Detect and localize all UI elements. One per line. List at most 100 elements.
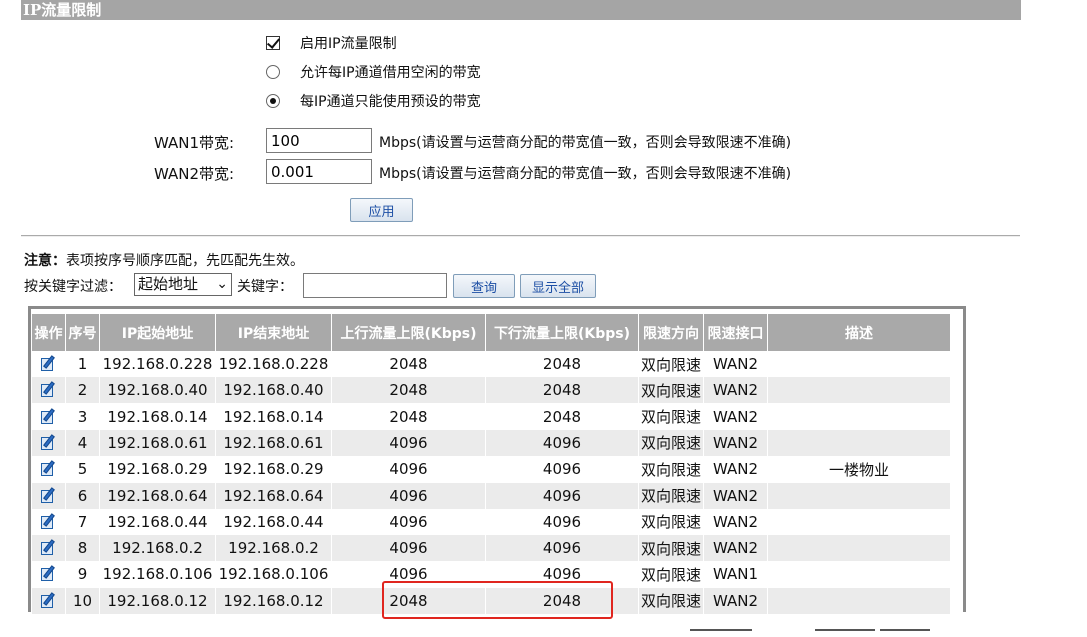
interface-cell: WAN2 — [704, 377, 768, 404]
description-cell — [768, 587, 951, 614]
ip-start-cell: 192.168.0.61 — [100, 429, 216, 456]
enable-option[interactable]: 启用IP流量限制 — [266, 33, 397, 53]
header-description: 描述 — [768, 314, 951, 351]
ip-end-cell: 192.168.0.64 — [216, 482, 332, 509]
edit-icon[interactable] — [40, 381, 57, 398]
direction-cell: 双向限速 — [639, 508, 704, 535]
index-cell: 1 — [66, 351, 100, 377]
description-cell — [768, 429, 951, 456]
edit-icon[interactable] — [40, 513, 57, 530]
highlight-box — [382, 581, 613, 619]
direction-cell: 双向限速 — [639, 456, 704, 483]
filter-label: 按关键字过滤： — [24, 279, 122, 295]
description-cell — [768, 561, 951, 588]
up-limit-cell: 2048 — [332, 351, 486, 377]
description-cell — [768, 482, 951, 509]
ip-limit-table: 操作 序号 IP起始地址 IP结束地址 上行流量上限(Kbps) 下行流量上限(… — [28, 306, 966, 614]
ip-start-cell: 192.168.0.14 — [100, 403, 216, 430]
bottom-control-fragment — [815, 629, 875, 637]
direction-cell: 双向限速 — [639, 429, 704, 456]
page-title: IP流量限制 — [21, 0, 1021, 20]
interface-cell: WAN2 — [704, 429, 768, 456]
down-limit-cell: 4096 — [486, 429, 639, 456]
borrow-label: 允许每IP通道借用空闲的带宽 — [300, 65, 481, 81]
edit-icon[interactable] — [40, 460, 57, 477]
up-limit-cell: 4096 — [332, 429, 486, 456]
edit-cell[interactable] — [32, 508, 66, 535]
ip-start-cell: 192.168.0.29 — [100, 456, 216, 483]
table-row: 7 192.168.0.44 192.168.0.44 4096 4096 双向限速 WAN… — [32, 508, 951, 535]
edit-cell[interactable] — [32, 535, 66, 562]
ip-end-cell: 192.168.0.228 — [216, 351, 332, 377]
table-row: 8 192.168.0.2 192.168.0.2 4096 4096 双向限速 WAN2 — [32, 535, 951, 562]
ip-end-cell: 192.168.0.106 — [216, 561, 332, 588]
index-cell: 9 — [66, 561, 100, 588]
filter-field-select[interactable]: 起始地址 ⌄ — [134, 273, 232, 296]
index-cell: 7 — [66, 508, 100, 535]
down-limit-cell: 2048 — [486, 403, 639, 430]
direction-cell: 双向限速 — [639, 587, 704, 614]
up-limit-cell: 4096 — [332, 508, 486, 535]
edit-icon[interactable] — [40, 355, 57, 372]
interface-cell: WAN2 — [704, 403, 768, 430]
apply-button[interactable]: 应用 — [350, 198, 413, 222]
table-header: 操作 序号 IP起始地址 IP结束地址 上行流量上限(Kbps) 下行流量上限(… — [32, 314, 951, 351]
header-index: 序号 — [66, 314, 100, 351]
preset-option[interactable]: 每IP通道只能使用预设的带宽 — [266, 91, 481, 111]
interface-cell: WAN2 — [704, 351, 768, 377]
edit-cell[interactable] — [32, 561, 66, 588]
wan2-unit-note: Mbps(请设置与运营商分配的带宽值一致，否则会导致限速不准确) — [379, 166, 792, 182]
wan2-label: WAN2带宽: — [154, 165, 235, 183]
search-button[interactable]: 查询 — [453, 274, 515, 298]
ip-end-cell: 192.168.0.12 — [216, 587, 332, 614]
table-row: 2 192.168.0.40 192.168.0.40 2048 2048 双向限速 WAN… — [32, 377, 951, 404]
interface-cell: WAN2 — [704, 587, 768, 614]
borrow-radio[interactable] — [266, 65, 280, 79]
edit-icon[interactable] — [40, 565, 57, 582]
direction-cell: 双向限速 — [639, 482, 704, 509]
table-row: 5 192.168.0.29 192.168.0.29 4096 4096 双向限速 WAN… — [32, 456, 951, 483]
preset-radio[interactable] — [266, 94, 280, 108]
ip-start-cell: 192.168.0.228 — [100, 351, 216, 377]
wan2-bandwidth-input[interactable] — [266, 159, 372, 184]
index-cell: 10 — [66, 587, 100, 614]
edit-cell[interactable] — [32, 403, 66, 430]
wan1-unit-note: Mbps(请设置与运营商分配的带宽值一致，否则会导致限速不准确) — [379, 135, 792, 151]
header-down-limit: 下行流量上限(Kbps) — [486, 314, 639, 351]
keyword-input[interactable] — [303, 273, 447, 298]
index-cell: 2 — [66, 377, 100, 404]
direction-cell: 双向限速 — [639, 403, 704, 430]
edit-cell[interactable] — [32, 377, 66, 404]
edit-icon[interactable] — [40, 539, 57, 556]
wan1-bandwidth-input[interactable] — [266, 128, 372, 153]
edit-cell[interactable] — [32, 351, 66, 377]
edit-icon[interactable] — [40, 434, 57, 451]
index-cell: 8 — [66, 535, 100, 562]
edit-icon[interactable] — [40, 486, 57, 504]
table-row: 3 192.168.0.14 192.168.0.14 2048 2048 双向限速 WAN… — [32, 403, 951, 430]
ip-start-cell: 192.168.0.2 — [100, 535, 216, 562]
enable-label: 启用IP流量限制 — [300, 36, 397, 52]
edit-icon[interactable] — [40, 407, 57, 425]
edit-cell[interactable] — [32, 429, 66, 456]
description-cell — [768, 351, 951, 377]
note-text: 表项按序号顺序匹配，先匹配先生效。 — [66, 253, 304, 269]
down-limit-cell: 4096 — [486, 508, 639, 535]
show-all-button[interactable]: 显示全部 — [520, 274, 596, 298]
note-bold: 注意： — [24, 253, 66, 269]
interface-cell: WAN1 — [704, 561, 768, 588]
ip-end-cell: 192.168.0.14 — [216, 403, 332, 430]
edit-icon[interactable] — [40, 591, 57, 609]
ip-end-cell: 192.168.0.2 — [216, 535, 332, 562]
edit-cell[interactable] — [32, 456, 66, 483]
keyword-label: 关键字： — [237, 279, 293, 295]
edit-cell[interactable] — [32, 482, 66, 509]
down-limit-cell: 4096 — [486, 482, 639, 509]
enable-checkbox[interactable] — [266, 36, 280, 50]
note: 注意：表项按序号顺序匹配，先匹配先生效。 — [24, 250, 304, 270]
header-ip-start: IP起始地址 — [100, 314, 216, 351]
up-limit-cell: 4096 — [332, 535, 486, 562]
borrow-option[interactable]: 允许每IP通道借用空闲的带宽 — [266, 62, 481, 82]
edit-cell[interactable] — [32, 587, 66, 614]
down-limit-cell: 2048 — [486, 377, 639, 404]
